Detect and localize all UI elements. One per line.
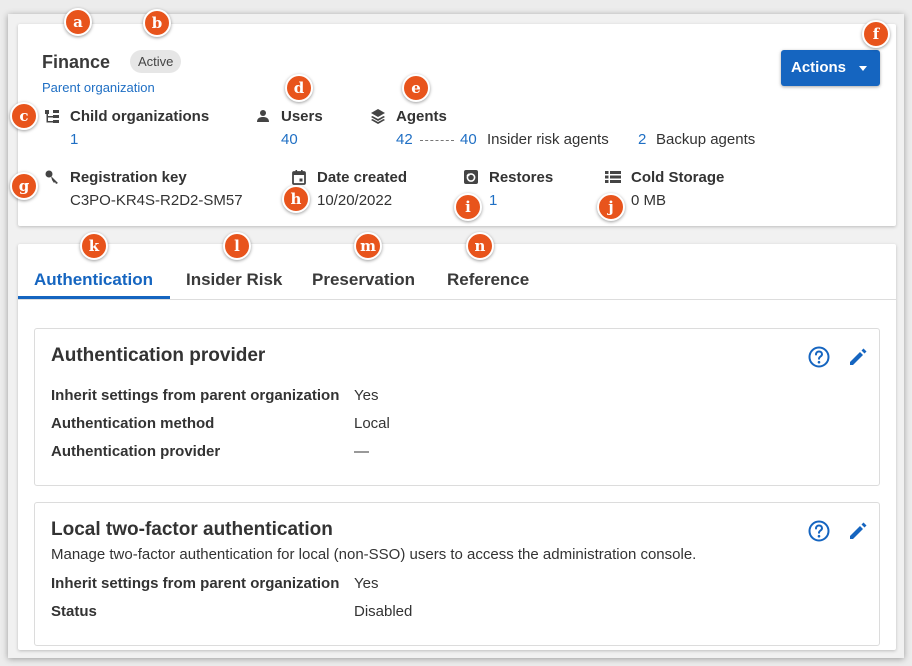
tab-authentication[interactable]: Authentication <box>34 270 153 290</box>
callout-marker: m <box>354 232 382 260</box>
person-icon <box>257 110 269 122</box>
insider-risk-agents-label: Insider risk agents <box>487 131 609 148</box>
help-icon[interactable] <box>807 345 831 369</box>
callout-marker: d <box>285 74 313 102</box>
stat-label: Cold Storage <box>631 169 725 186</box>
callout-marker: h <box>282 185 310 213</box>
setting-label: Inherit settings from parent organizatio… <box>51 387 340 404</box>
child-organizations-count-link[interactable]: 1 <box>70 131 78 148</box>
org-summary-card: Finance Active Parent organization Actio… <box>18 24 896 226</box>
tab-divider <box>18 299 896 300</box>
callout-marker: f <box>862 20 890 48</box>
cold-storage-value: 0 MB <box>631 192 667 209</box>
tab-insider-risk[interactable]: Insider Risk <box>186 270 282 290</box>
callout-marker: j <box>597 193 625 221</box>
callout-marker: k <box>80 232 108 260</box>
help-icon[interactable] <box>807 519 831 543</box>
setting-value: Yes <box>354 387 379 404</box>
callout-marker: n <box>466 232 494 260</box>
insider-risk-agents-link[interactable]: 40 <box>460 131 477 148</box>
authentication-provider-panel: Authentication provider Inherit settings… <box>34 328 880 486</box>
status-badge: Active <box>130 50 182 73</box>
setting-value: — <box>354 443 369 460</box>
registration-key-value: C3PO-KR4S-R2D2-SM57 <box>70 192 243 209</box>
agents-total-link[interactable]: 42 <box>396 131 413 148</box>
parent-organization-link[interactable]: Parent organization <box>42 80 155 95</box>
stat-label: Date created <box>317 169 408 186</box>
tab-preservation[interactable]: Preservation <box>312 270 415 290</box>
edit-pencil-icon[interactable] <box>846 519 870 543</box>
stat-label: Users <box>281 108 323 125</box>
setting-value: Disabled <box>354 603 413 620</box>
stat-label: Restores <box>489 169 554 186</box>
stat-label: Child organizations <box>70 108 210 125</box>
callout-marker: g <box>10 172 38 200</box>
actions-button[interactable]: Actions <box>781 50 880 86</box>
setting-label: Status <box>51 603 97 620</box>
calendar-icon <box>292 170 306 185</box>
callout-marker: i <box>454 193 482 221</box>
callout-marker: b <box>143 9 171 37</box>
panel-description: Manage two-factor authentication for loc… <box>51 546 697 563</box>
tab-reference[interactable]: Reference <box>447 270 529 290</box>
two-factor-authentication-panel: Local two-factor authentication Manage t… <box>34 502 880 646</box>
active-tab-indicator <box>18 296 170 299</box>
backup-agents-label: Backup agents <box>656 131 756 148</box>
panel-title: Local two-factor authentication <box>51 519 333 540</box>
users-count-link[interactable]: 40 <box>281 131 298 148</box>
callout-marker: c <box>10 102 38 130</box>
actions-button-label: Actions <box>791 59 847 76</box>
setting-label: Authentication provider <box>51 443 221 460</box>
restore-icon <box>464 170 478 184</box>
setting-label: Authentication method <box>51 415 215 432</box>
stat-label: Registration key <box>70 169 187 186</box>
callout-marker: l <box>223 232 251 260</box>
org-name: Finance <box>42 52 111 72</box>
layers-icon <box>371 109 385 124</box>
chevron-down-icon <box>859 66 867 71</box>
hierarchy-icon <box>45 110 59 123</box>
panel-title: Authentication provider <box>51 345 266 366</box>
restores-count-link[interactable]: 1 <box>489 192 497 209</box>
backup-agents-link[interactable]: 2 <box>638 131 646 148</box>
list-icon <box>605 171 621 183</box>
date-created-value: 10/20/2022 <box>317 192 393 209</box>
setting-label: Inherit settings from parent organizatio… <box>51 575 340 592</box>
edit-pencil-icon[interactable] <box>846 345 870 369</box>
callout-marker: e <box>402 74 430 102</box>
setting-value: Yes <box>354 575 379 592</box>
stat-label: Agents <box>396 108 447 125</box>
callout-marker: a <box>64 8 92 36</box>
tabs-card: Authentication Insider Risk Preservation… <box>18 244 896 650</box>
setting-value: Local <box>354 415 390 432</box>
key-icon <box>45 170 58 184</box>
org-details-frame: Finance Active Parent organization Actio… <box>8 14 904 658</box>
dashed-connector <box>420 140 454 141</box>
